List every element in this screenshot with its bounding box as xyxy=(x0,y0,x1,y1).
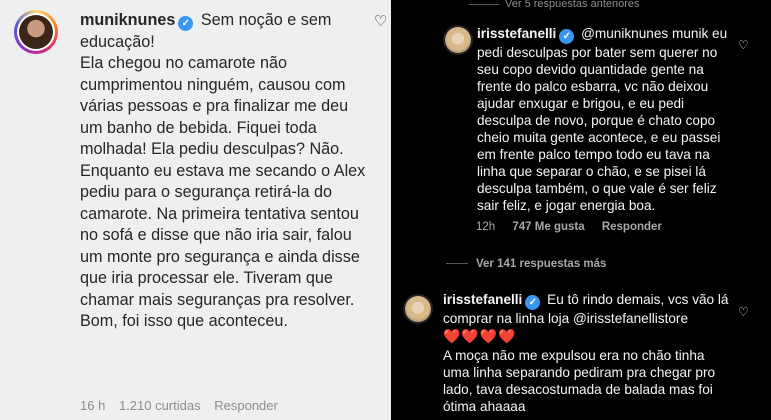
avatar[interactable] xyxy=(403,294,433,324)
like-heart-icon[interactable]: ♡ xyxy=(738,39,750,51)
verified-icon: ✓ xyxy=(559,29,575,44)
reply-body: @muniknunes munik eu pedi desculpas por … xyxy=(477,26,728,213)
avatar[interactable] xyxy=(14,10,58,54)
reply-meta: 12h 747 Me gusta Responder xyxy=(476,221,676,233)
verified-icon: ✓ xyxy=(525,295,541,310)
reply-time: 12h xyxy=(476,221,496,233)
reply-button[interactable]: Responder xyxy=(602,221,662,233)
view-more-replies[interactable]: Ver 141 respuestas más xyxy=(446,258,606,270)
left-comment-panel: muniknunes ✓ Sem noção e sem educação! El… xyxy=(0,0,391,420)
comment-text: muniknunes ✓ Sem noção e sem educação! El… xyxy=(80,10,370,333)
reply-body-3: A moça não me expulsou era no chão tinha… xyxy=(443,348,716,414)
verified-icon: ✓ xyxy=(178,16,194,31)
comment-meta: 16 h 1.210 curtidas Responder xyxy=(80,398,288,413)
comment-body: Ela chegou no camarote não cumprimentou … xyxy=(80,54,349,158)
comment-likes[interactable]: 1.210 curtidas xyxy=(119,398,201,413)
like-heart-icon[interactable]: ♡ xyxy=(374,14,390,30)
reply-text: irisstefanelli ✓ @muniknunes munik eu ped… xyxy=(477,25,731,214)
username[interactable]: muniknunes xyxy=(80,11,175,29)
heart-emojis: ❤️❤️❤️❤️ xyxy=(443,328,517,344)
reply-likes[interactable]: 747 Me gusta xyxy=(512,221,584,233)
reply-text-2: irisstefanelli ✓ Eu tô rindo demais, vcs … xyxy=(443,291,733,415)
comment-body-2: Enquanto eu estava me secando o Alex ped… xyxy=(80,161,366,331)
comment-time: 16 h xyxy=(80,398,106,413)
like-heart-icon[interactable]: ♡ xyxy=(738,306,750,318)
username[interactable]: irisstefanelli xyxy=(477,26,556,41)
reply-button[interactable]: Responder xyxy=(214,398,278,413)
view-previous-replies[interactable]: Ver 5 respuestas anteriores xyxy=(469,0,709,10)
username[interactable]: irisstefanelli xyxy=(443,292,522,307)
right-comment-panel: Ver 5 respuestas anteriores irisstefanel… xyxy=(391,0,771,420)
avatar[interactable] xyxy=(443,25,473,55)
